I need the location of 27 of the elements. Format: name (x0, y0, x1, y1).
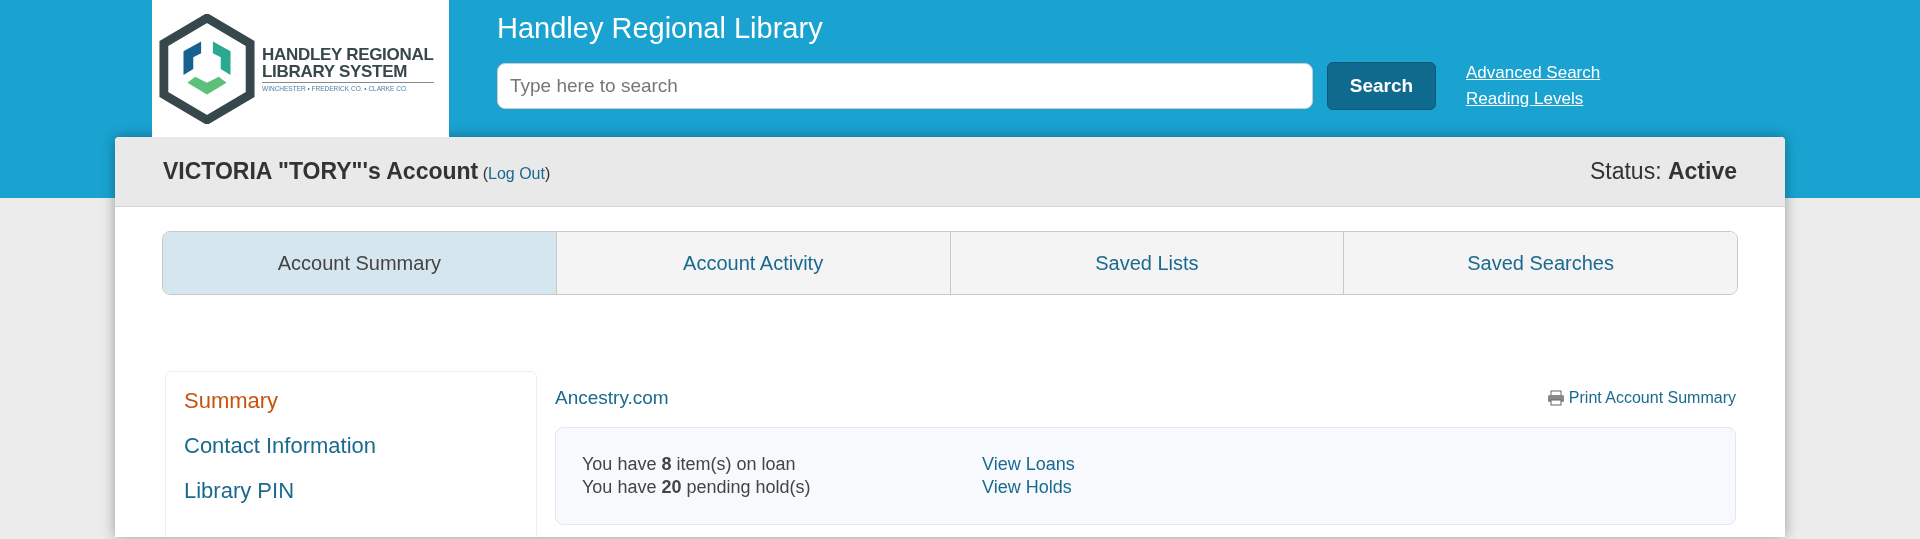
account-status: Status: Active (1589, 158, 1737, 185)
tab[interactable]: Saved Searches (1343, 232, 1737, 294)
printer-icon (1546, 390, 1565, 406)
header-link[interactable]: Advanced Search (1466, 63, 1601, 83)
search-button[interactable]: Search (1327, 62, 1436, 110)
summary-text: You have 20 pending hold(s) (582, 477, 812, 498)
logout-link[interactable]: Log Out (488, 165, 545, 182)
sidebar-item[interactable]: Summary (184, 388, 518, 414)
summary-link[interactable]: View Holds (982, 477, 1075, 498)
paren: ) (544, 165, 551, 182)
paren: ( (482, 165, 489, 182)
sidebar-item[interactable]: Contact Information (184, 433, 518, 459)
logo-icon (158, 13, 256, 124)
account-name: VICTORIA "TORY"'s Account (163, 158, 479, 184)
tab[interactable]: Saved Lists (949, 232, 1344, 294)
ancestry-link[interactable]: Ancestry.com (555, 387, 669, 409)
logo-title: LIBRARY SYSTEM (262, 62, 409, 80)
header-link[interactable]: Reading Levels (1466, 89, 1601, 109)
search-field[interactable]: Type here to search (497, 63, 1313, 109)
tab[interactable]: Account Summary (163, 232, 556, 294)
tab[interactable]: Account Activity (555, 232, 950, 294)
summary-link[interactable]: View Loans (982, 454, 1075, 475)
summary-text: You have 8 item(s) on loan (582, 454, 797, 475)
site-title: Handley Regional Library (497, 12, 824, 46)
sidebar-item[interactable]: Library PIN (184, 478, 518, 504)
logo-title: HANDLEY REGIONAL (262, 45, 434, 63)
print-link[interactable]: Print Account Summary (1546, 389, 1736, 407)
